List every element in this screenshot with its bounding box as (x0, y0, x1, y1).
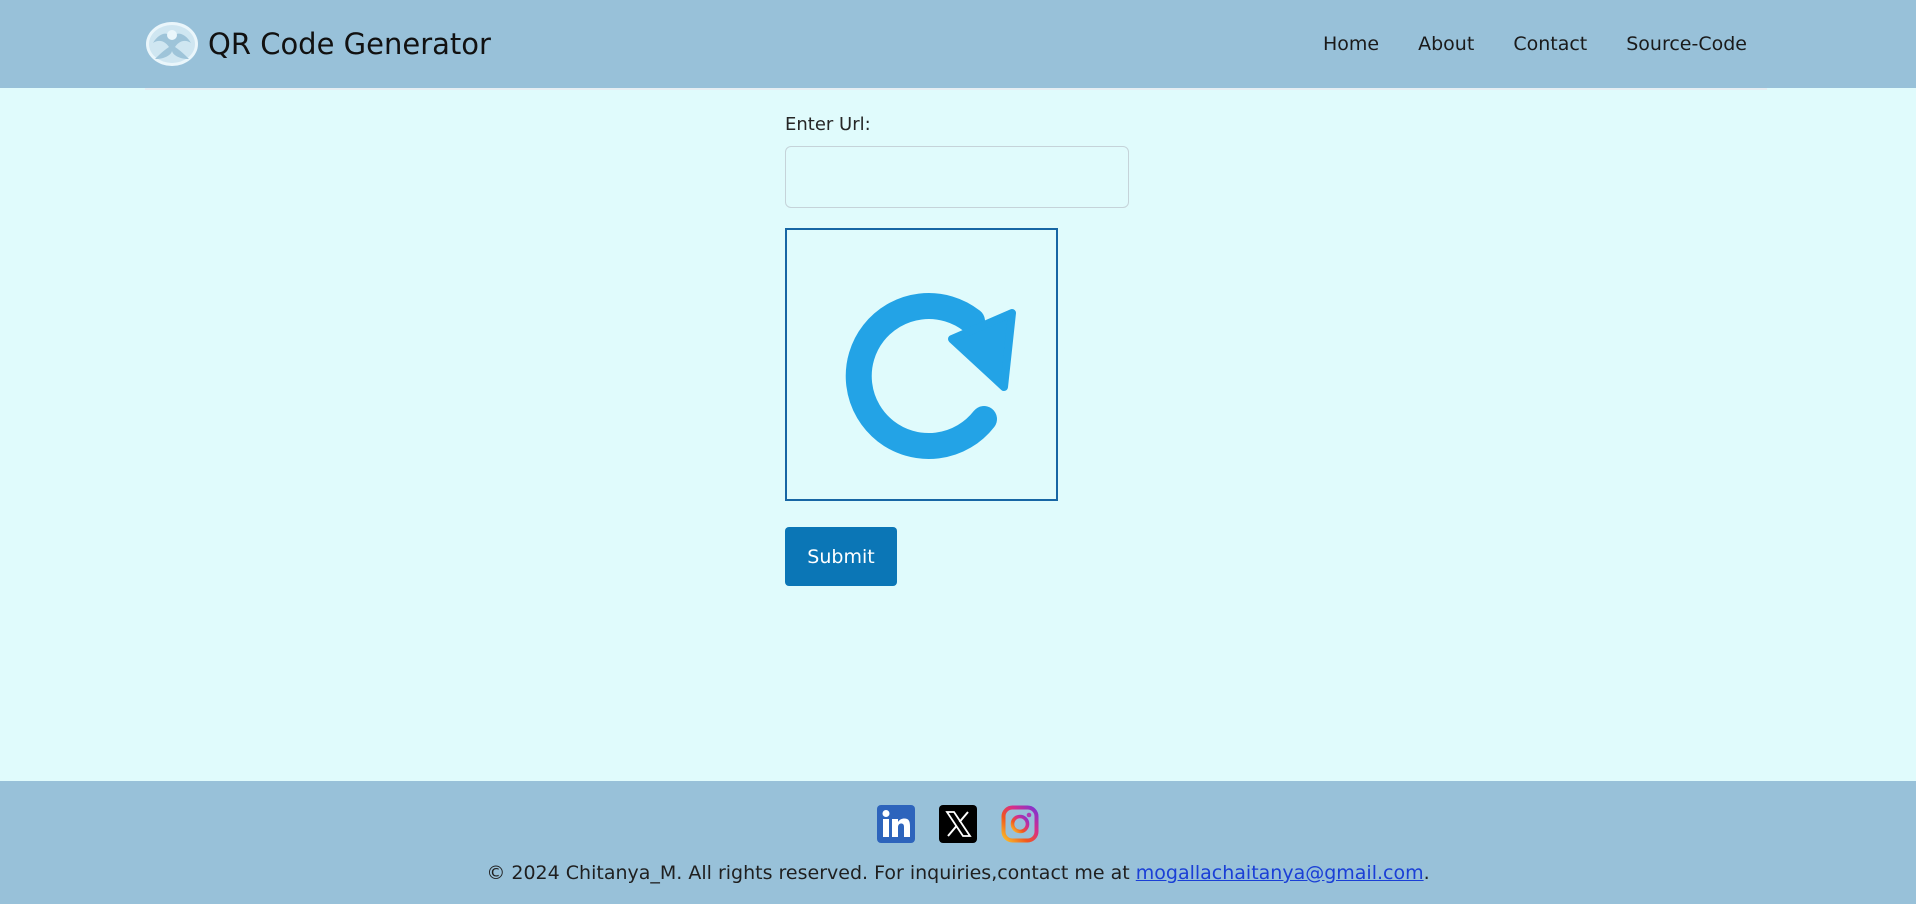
linkedin-link[interactable] (877, 805, 915, 843)
qr-preview-frame (785, 228, 1058, 501)
brand-link[interactable]: QR Code Generator (145, 20, 491, 68)
qr-form: Enter Url: Submit (785, 112, 1145, 586)
url-label: Enter Url: (785, 114, 871, 135)
copyright-line: © 2024 Chitanya_M. All rights reserved. … (0, 859, 1916, 887)
refresh-icon (845, 292, 1016, 459)
email-link[interactable]: mogallachaitanya@gmail.com (1136, 862, 1424, 884)
site-footer: © 2024 Chitanya_M. All rights reserved. … (0, 781, 1916, 904)
main-nav: Home About Contact Source-Code (1284, 30, 1747, 58)
instagram-link[interactable] (1001, 805, 1039, 843)
url-input[interactable] (785, 146, 1129, 208)
brand-title: QR Code Generator (208, 27, 491, 61)
submit-button[interactable]: Submit (785, 527, 897, 586)
bird-logo-icon (146, 22, 198, 66)
x-twitter-icon (939, 805, 977, 843)
nav-contact-link[interactable]: Contact (1513, 30, 1587, 58)
header-divider (145, 88, 1767, 90)
x-twitter-link[interactable] (939, 805, 977, 843)
linkedin-icon (877, 805, 915, 843)
copyright-text: © 2024 Chitanya_M. All rights reserved. … (486, 862, 1136, 884)
copyright-trailing: . (1423, 862, 1430, 884)
nav-source-code-link[interactable]: Source-Code (1626, 30, 1747, 58)
site-header: QR Code Generator Home About Contact Sou… (0, 0, 1916, 88)
social-links (0, 805, 1916, 843)
nav-home-link[interactable]: Home (1323, 30, 1379, 58)
nav-about-link[interactable]: About (1418, 30, 1474, 58)
instagram-icon (1001, 805, 1039, 843)
